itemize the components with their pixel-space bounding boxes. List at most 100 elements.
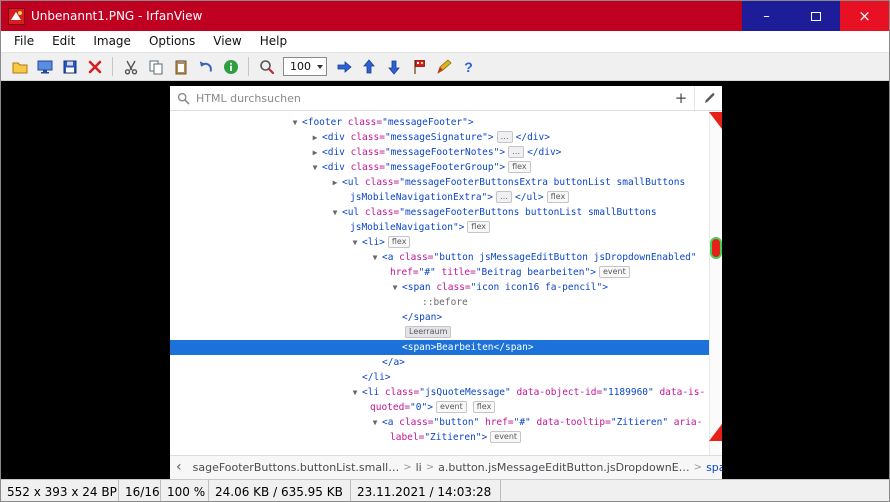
code-tag: <a	[382, 252, 393, 263]
ellipsis-badge[interactable]: …	[508, 146, 524, 158]
copy-icon	[147, 58, 165, 76]
tree-row[interactable]: ▼<div class="messageFooterGroup">flex	[170, 160, 709, 175]
info-button[interactable]	[218, 55, 243, 79]
tree-row[interactable]: ▼<a class="button jsMessageEditButton js…	[170, 250, 709, 265]
breadcrumb-item[interactable]: sageFooterButtons.buttonList.small…	[189, 461, 404, 474]
code-tag: <footer	[302, 117, 342, 128]
code-attr-name: class=	[393, 417, 433, 428]
tree-row[interactable]: jsMobileNavigation">flex	[170, 220, 709, 235]
tree-row[interactable]: label="Zitieren">event	[170, 430, 709, 445]
tree-row[interactable]: ▼<ul class="messageFooterButtons buttonL…	[170, 205, 709, 220]
create-node-button[interactable]: +	[668, 86, 694, 110]
inspector-scrollbar[interactable]	[709, 111, 722, 455]
tree-row[interactable]: jsMobileNavigationExtra">…</ul>flex	[170, 190, 709, 205]
tree-row[interactable]: </span>	[170, 310, 709, 325]
copy-button[interactable]	[143, 55, 168, 79]
flag-button[interactable]	[406, 55, 431, 79]
code-tag: </ul>	[515, 192, 544, 203]
ellipsis-badge[interactable]: …	[496, 191, 512, 203]
tree-row[interactable]: ▼<li>flex	[170, 235, 709, 250]
cut-button[interactable]	[118, 55, 143, 79]
tree-row[interactable]: ▶<ul class="messageFooterButtonsExtra bu…	[170, 175, 709, 190]
paint-marker-icon	[435, 58, 453, 76]
html-search-input[interactable]	[196, 92, 668, 105]
breadcrumb-separator: >	[694, 462, 702, 473]
close-button[interactable]: ×	[840, 1, 889, 31]
status-filler	[501, 480, 889, 502]
code-tag: >	[427, 402, 433, 413]
marker-button[interactable]	[431, 55, 456, 79]
tree-row[interactable]: </a>	[170, 355, 709, 370]
paste-button[interactable]	[168, 55, 193, 79]
expand-arrow-icon[interactable]: ▶	[309, 130, 321, 145]
slideshow-button[interactable]	[32, 55, 57, 79]
collapse-arrow-icon[interactable]: ▼	[369, 415, 381, 430]
arrow-down-icon	[385, 58, 403, 76]
expand-arrow-icon[interactable]: ▶	[309, 145, 321, 160]
badge[interactable]: flex	[467, 221, 490, 233]
code-attr-value: "messageFooter"	[382, 117, 468, 128]
breadcrumb-item[interactable]: a.button.jsMessageEditButton.jsDropdownE…	[434, 461, 694, 474]
next-image-button[interactable]	[331, 55, 356, 79]
tree-row[interactable]: ▼<span class="icon icon16 fa-pencil">	[170, 280, 709, 295]
code-tag: >	[488, 132, 494, 143]
open-button[interactable]	[7, 55, 32, 79]
tree-row[interactable]: ▼<li class="jsQuoteMessage" data-object-…	[170, 385, 709, 400]
menu-edit[interactable]: Edit	[43, 31, 84, 52]
maximize-button[interactable]	[791, 1, 840, 31]
code-attr-value: jsMobileNavigationExtra"	[350, 192, 487, 203]
ellipsis-badge[interactable]: …	[497, 131, 513, 143]
collapse-arrow-icon[interactable]: ▼	[329, 205, 341, 220]
save-button[interactable]	[57, 55, 82, 79]
menu-options[interactable]: Options	[140, 31, 204, 52]
tree-row[interactable]: </li>	[170, 370, 709, 385]
tree-row[interactable]: ▶<div class="messageFooterNotes">…</div>	[170, 145, 709, 160]
badge[interactable]: flex	[508, 161, 531, 173]
code-attr-value: "Zitieren"	[611, 417, 668, 428]
collapse-arrow-icon[interactable]: ▼	[389, 280, 401, 295]
zoom-select[interactable]: 100	[283, 57, 327, 76]
badge[interactable]: event	[490, 431, 521, 443]
help-button[interactable]: ?	[456, 55, 481, 79]
minimize-button[interactable]: –	[742, 1, 791, 31]
collapse-arrow-icon[interactable]: ▼	[369, 250, 381, 265]
tree-row[interactable]: href="#" title="Beitrag bearbeiten">even…	[170, 265, 709, 280]
find-button[interactable]	[254, 55, 279, 79]
breadcrumb-item[interactable]: li	[412, 461, 426, 474]
undo-button[interactable]	[193, 55, 218, 79]
menu-image[interactable]: Image	[84, 31, 140, 52]
tree-row[interactable]: quoted="0">eventflex	[170, 400, 709, 415]
code-tag: <li	[362, 387, 379, 398]
tree-row[interactable]: ▼<a class="button" href="#" data-tooltip…	[170, 415, 709, 430]
tree-row[interactable]: ::before	[170, 295, 709, 310]
collapse-arrow-icon[interactable]: ▼	[349, 235, 361, 250]
tree-row[interactable]: ▶<div class="messageSignature">…</div>	[170, 130, 709, 145]
tree-row[interactable]: Leerraum	[170, 325, 709, 340]
last-image-button[interactable]	[381, 55, 406, 79]
tree-row[interactable]: ▼<footer class="messageFooter">	[170, 115, 709, 130]
code-tag: </li>	[362, 372, 391, 383]
delete-button[interactable]	[82, 55, 107, 79]
badge[interactable]: flex	[473, 401, 496, 413]
badge[interactable]: event	[436, 401, 467, 413]
breadcrumb-back-icon[interactable]: ‹	[176, 459, 182, 475]
menu-file[interactable]: File	[5, 31, 43, 52]
collapse-arrow-icon[interactable]: ▼	[349, 385, 361, 400]
menu-help[interactable]: Help	[251, 31, 296, 52]
code-attr-value: "0"	[410, 402, 427, 413]
first-image-button[interactable]	[356, 55, 381, 79]
collapse-arrow-icon[interactable]: ▼	[289, 115, 301, 130]
code-attr-value: "messageFooterGroup"	[385, 162, 499, 173]
badge[interactable]: flex	[547, 191, 570, 203]
breadcrumb-item[interactable]: span	[702, 461, 722, 474]
image-canvas[interactable]: + ▼<footer class="messageFooter">▶<div c…	[1, 81, 889, 479]
expand-arrow-icon[interactable]: ▶	[329, 175, 341, 190]
badge[interactable]: event	[599, 266, 630, 278]
tree-row-selected[interactable]: <span>Bearbeiten</span>	[170, 340, 709, 355]
badge[interactable]: flex	[388, 236, 411, 248]
zoom-value: 100	[290, 60, 311, 73]
menu-view[interactable]: View	[204, 31, 250, 52]
eyedropper-button[interactable]	[694, 86, 722, 110]
titlebar[interactable]: Unbenannt1.PNG - IrfanView – ×	[1, 1, 889, 31]
collapse-arrow-icon[interactable]: ▼	[309, 160, 321, 175]
